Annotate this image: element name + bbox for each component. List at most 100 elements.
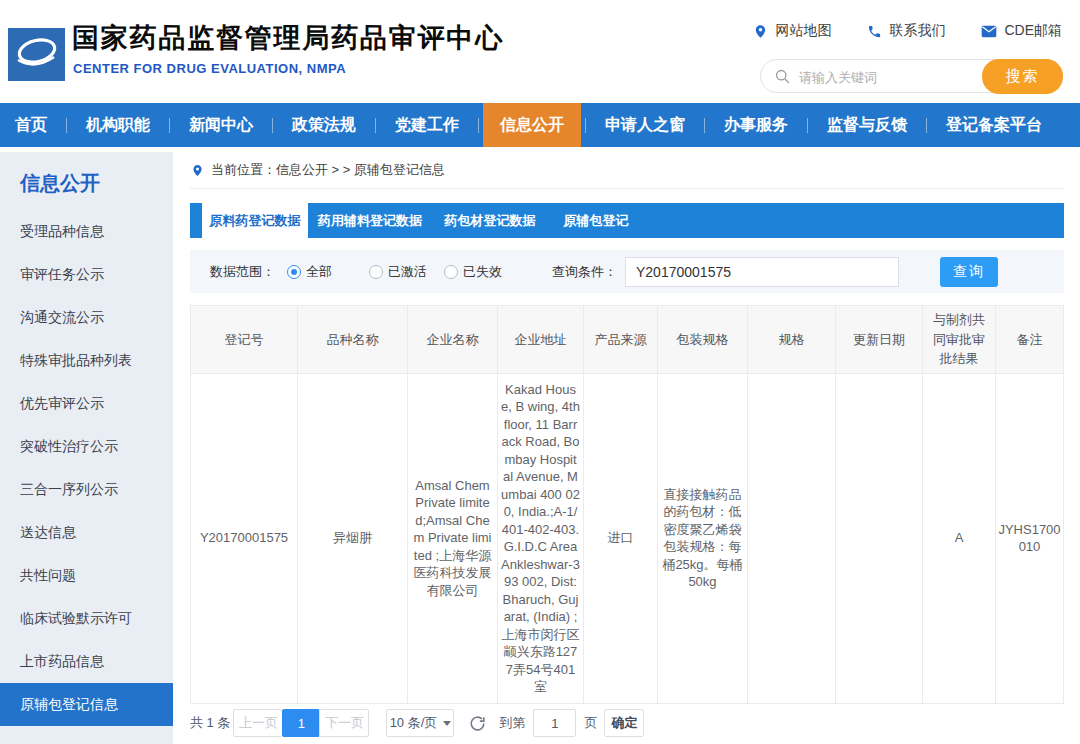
nav-supervision-feedback[interactable]: 监督与反馈 (812, 103, 922, 147)
nav-functions[interactable]: 机构职能 (71, 103, 165, 147)
nav-services[interactable]: 办事服务 (709, 103, 803, 147)
link-cde-mail-label: CDE邮箱 (1004, 22, 1062, 40)
sidebar-item-common-issues[interactable]: 共性问题 (0, 554, 173, 597)
site-search[interactable]: 请输入关键词 搜索 (760, 59, 1063, 93)
chevron-down-icon (443, 721, 451, 726)
next-page-button[interactable]: 下一页 (319, 709, 369, 737)
results-table: 登记号 品种名称 企业名称 企业地址 产品来源 包装规格 规格 更新日期 与制剂… (190, 305, 1064, 704)
nav-divider (704, 118, 705, 133)
page-unit-label: 页 (584, 714, 597, 732)
sidebar-item-communication[interactable]: 沟通交流公示 (0, 296, 173, 339)
breadcrumb: 当前位置：信息公开 > > 原辅包登记信息 (190, 152, 1064, 189)
nav-policies[interactable]: 政策法规 (277, 103, 371, 147)
link-contact-us-label: 联系我们 (889, 22, 945, 40)
nav-info-disclosure[interactable]: 信息公开 (483, 103, 581, 147)
link-contact-us[interactable]: 联系我们 (867, 22, 945, 40)
col-spec: 规格 (748, 306, 836, 374)
nav-divider (585, 118, 586, 133)
nav-divider (272, 118, 273, 133)
col-remark: 备注 (996, 306, 1064, 374)
main-content: 当前位置：信息公开 > > 原辅包登记信息 原料药登记数据 药用辅料登记数据 药… (190, 152, 1064, 744)
sidebar-item-accepted-varieties[interactable]: 受理品种信息 (0, 210, 173, 253)
col-product-name: 品种名称 (298, 306, 408, 374)
link-site-map[interactable]: 网站地图 (753, 22, 831, 40)
cell-company-address: Kakad House, B wing, 4th floor, 11 Barra… (498, 373, 584, 703)
tab-packaging-registration[interactable]: 药包材登记数据 (432, 203, 548, 238)
sidebar-item-three-in-one[interactable]: 三合一序列公示 (0, 468, 173, 511)
sidebar: 信息公开 受理品种信息 审评任务公示 沟通交流公示 特殊审批品种列表 优先审评公… (0, 152, 173, 744)
sidebar-item-raw-material-registration[interactable]: 原辅包登记信息 (0, 683, 173, 726)
nav-party-building[interactable]: 党建工作 (380, 103, 474, 147)
goto-page-input[interactable] (533, 709, 576, 737)
main-nav: 首页 机构职能 新闻中心 政策法规 党建工作 信息公开 申请人之窗 办事服务 监… (0, 103, 1080, 147)
breadcrumb-text: 当前位置：信息公开 > > 原辅包登记信息 (211, 161, 445, 179)
search-placeholder: 请输入关键词 (799, 69, 877, 87)
col-joint-review: 与制剂共同审批审批结果 (923, 306, 996, 374)
current-page-button[interactable]: 1 (282, 709, 320, 737)
tab-raw-aux-pack[interactable]: 原辅包登记 (548, 203, 644, 238)
cell-product-name: 异烟肼 (298, 373, 408, 703)
goto-page-label: 到第 (499, 714, 525, 732)
radio-expired[interactable] (444, 265, 458, 279)
cell-joint-review: A (923, 373, 996, 703)
nav-applicant-window[interactable]: 申请人之窗 (590, 103, 700, 147)
nav-divider (807, 118, 808, 133)
header-quick-links: 网站地图 联系我们 CDE邮箱 (717, 22, 1062, 40)
link-cde-mail[interactable]: CDE邮箱 (981, 22, 1062, 40)
radio-activated[interactable] (369, 265, 383, 279)
confirm-button[interactable]: 确定 (604, 709, 644, 737)
sidebar-item-marketed-drugs[interactable]: 上市药品信息 (0, 640, 173, 683)
phone-icon (867, 24, 882, 39)
page-size-select[interactable]: 10 条/页 (386, 709, 454, 737)
radio-all-label: 全部 (306, 263, 332, 281)
location-pin-icon (753, 24, 768, 39)
query-label: 查询条件： (552, 263, 617, 281)
sidebar-item-review-tasks[interactable]: 审评任务公示 (0, 253, 173, 296)
col-packaging: 包装规格 (658, 306, 748, 374)
col-company-name: 企业名称 (408, 306, 498, 374)
sidebar-item-special-approval[interactable]: 特殊审批品种列表 (0, 339, 173, 382)
site-header: 国家药品监督管理局药品审评中心 CENTER FOR DRUG EVALUATI… (0, 0, 1080, 103)
nav-divider (375, 118, 376, 133)
cell-registration-no: Y20170001575 (191, 373, 298, 703)
cde-logo (8, 28, 65, 81)
table-row: Y20170001575 异烟肼 Amsal Chem Private limi… (191, 373, 1064, 703)
prev-page-button[interactable]: 上一页 (233, 709, 283, 737)
tab-bar: 原料药登记数据 药用辅料登记数据 药包材登记数据 原辅包登记 (190, 203, 1064, 238)
query-input[interactable] (625, 257, 899, 287)
sidebar-item-priority-review[interactable]: 优先审评公示 (0, 382, 173, 425)
refresh-icon[interactable] (468, 714, 487, 733)
nav-home[interactable]: 首页 (0, 103, 62, 147)
col-company-address: 企业地址 (498, 306, 584, 374)
radio-expired-label: 已失效 (463, 263, 502, 281)
nav-divider (926, 118, 927, 133)
table-header-row: 登记号 品种名称 企业名称 企业地址 产品来源 包装规格 规格 更新日期 与制剂… (191, 306, 1064, 374)
search-button[interactable]: 搜索 (982, 59, 1063, 94)
sidebar-title: 信息公开 (0, 152, 173, 210)
site-title: 国家药品监督管理局药品审评中心 (72, 20, 504, 56)
location-pin-icon (191, 164, 204, 177)
radio-all[interactable] (287, 265, 301, 279)
nav-news[interactable]: 新闻中心 (174, 103, 268, 147)
cell-company-name: Amsal Chem Private limited;Amsal Chem Pr… (408, 373, 498, 703)
nav-divider (478, 118, 479, 133)
query-button[interactable]: 查询 (940, 257, 998, 287)
cell-spec (748, 373, 836, 703)
cell-remark: JYHS1700010 (996, 373, 1064, 703)
total-count: 共 1 条 (190, 714, 230, 732)
tab-api-registration[interactable]: 原料药登记数据 (202, 203, 308, 238)
col-origin: 产品来源 (584, 306, 658, 374)
sidebar-item-breakthrough-therapy[interactable]: 突破性治疗公示 (0, 425, 173, 468)
nav-divider (66, 118, 67, 133)
sidebar-item-delivery-info[interactable]: 送达信息 (0, 511, 173, 554)
cell-packaging: 直接接触药品的药包材：低密度聚乙烯袋包装规格：每桶25kg。每桶50kg (658, 373, 748, 703)
search-icon (774, 68, 791, 85)
cell-update-date (836, 373, 923, 703)
tab-excipient-registration[interactable]: 药用辅料登记数据 (308, 203, 432, 238)
nav-divider (169, 118, 170, 133)
nav-registration-platform[interactable]: 登记备案平台 (931, 103, 1057, 147)
link-site-map-label: 网站地图 (775, 22, 831, 40)
pagination: 共 1 条 上一页 1 下一页 10 条/页 到第 页 确定 (190, 709, 1064, 737)
cell-origin: 进口 (584, 373, 658, 703)
sidebar-item-clinical-trial-license[interactable]: 临床试验默示许可 (0, 597, 173, 640)
